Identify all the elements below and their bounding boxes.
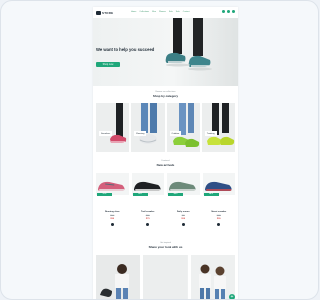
category-card[interactable]: Training <box>201 103 235 152</box>
product-card[interactable]: SALE Street sneaker $130 $99 <box>202 173 236 235</box>
category-label: Sneakers <box>99 131 113 136</box>
product-old-price: $120 <box>110 215 115 217</box>
product-image <box>202 173 235 195</box>
couple-photo <box>190 255 235 299</box>
product-color-swatch[interactable] <box>181 223 185 226</box>
category-image <box>139 103 158 144</box>
product-name[interactable]: Street sneaker <box>203 211 236 213</box>
product-old-price: $110 <box>145 215 150 217</box>
cart-icon[interactable] <box>232 10 235 13</box>
nav-link-women[interactable]: Women <box>159 11 166 13</box>
store-page: STORE Home Collections Men Women Kids Sa… <box>93 7 238 299</box>
product-old-price: $130 <box>216 215 221 217</box>
product-price: $99 <box>216 218 221 220</box>
hero-title: We want to help you succeed <box>96 47 155 52</box>
top-nav: STORE Home Collections Men Women Kids Sa… <box>93 7 238 18</box>
product-image <box>96 173 129 195</box>
gallery-subtitle: Get inspired <box>160 242 171 244</box>
category-image <box>206 103 234 145</box>
product-badge: SALE <box>203 193 219 196</box>
product-card[interactable]: NEW Running shoe $120 $89 <box>96 173 129 235</box>
category-card[interactable]: Running <box>131 103 165 152</box>
product-name[interactable]: Trail sneaker <box>132 211 165 213</box>
preview-card: STORE Home Collections Men Women Kids Sa… <box>0 0 319 300</box>
category-grid: Sneakers Running Outdoor Training <box>96 103 235 152</box>
nav-icons <box>222 10 235 13</box>
nav-link-contact[interactable]: Contact <box>183 11 190 13</box>
gallery-grid <box>96 255 235 299</box>
hero-cta-button[interactable]: Shop now <box>96 62 120 67</box>
chat-button[interactable]: + <box>229 294 235 299</box>
products-subtitle: Featured <box>161 160 170 162</box>
person-photo <box>96 255 140 299</box>
product-badge: NEW <box>97 193 112 196</box>
logo-icon <box>96 10 101 15</box>
product-price: $69 <box>181 218 186 220</box>
product-old-price: $99 <box>181 215 185 217</box>
product-color-swatch[interactable] <box>217 223 221 226</box>
gallery-title: Share your look with us <box>148 245 183 249</box>
logo-text: STORE <box>102 10 114 15</box>
nav-link-home[interactable]: Home <box>131 11 136 13</box>
product-image <box>167 173 200 195</box>
product-image <box>131 173 164 195</box>
product-card[interactable]: SALE Daily runner $99 $69 <box>167 173 200 235</box>
category-image <box>110 103 127 143</box>
search-icon[interactable] <box>222 10 225 13</box>
account-icon[interactable] <box>227 10 230 13</box>
categories-title: Shop by category <box>152 94 179 98</box>
hero-banner: We want to help you succeed Shop now <box>93 18 238 86</box>
product-card[interactable]: NEW Trail sneaker $110 $79 <box>131 173 165 235</box>
nav-links: Home Collections Men Women Kids Sale Con… <box>131 11 190 13</box>
nav-link-kids[interactable]: Kids <box>169 11 173 13</box>
product-badge: SALE <box>168 193 183 196</box>
logo[interactable]: STORE <box>96 10 113 15</box>
empty-photo <box>143 255 188 299</box>
category-label: Running <box>134 131 147 136</box>
product-grid: NEW Running shoe $120 $89 NEW Trail snea… <box>96 173 235 235</box>
category-card[interactable]: Outdoor <box>166 103 200 152</box>
nav-link-men[interactable]: Men <box>152 11 156 13</box>
category-label: Outdoor <box>169 131 182 136</box>
products-title: New arrivals <box>156 163 175 167</box>
gallery-image[interactable] <box>96 255 141 299</box>
product-color-swatch[interactable] <box>146 223 150 226</box>
product-name[interactable]: Daily runner <box>167 211 200 213</box>
product-color-swatch[interactable] <box>110 223 114 226</box>
gallery-image[interactable] <box>190 255 235 299</box>
product-badge: NEW <box>132 193 148 196</box>
product-price: $89 <box>110 218 115 220</box>
category-card[interactable]: Sneakers <box>96 103 130 152</box>
hero-image <box>165 18 212 71</box>
category-label: Training <box>204 131 217 136</box>
product-price: $79 <box>145 218 150 220</box>
gallery-image[interactable] <box>143 255 188 299</box>
product-name[interactable]: Running shoe <box>96 211 129 213</box>
nav-link-sale[interactable]: Sale <box>176 11 180 13</box>
nav-link-collections[interactable]: Collections <box>139 11 149 13</box>
category-image <box>172 103 199 147</box>
categories-subtitle: Browse our collections <box>155 91 176 93</box>
